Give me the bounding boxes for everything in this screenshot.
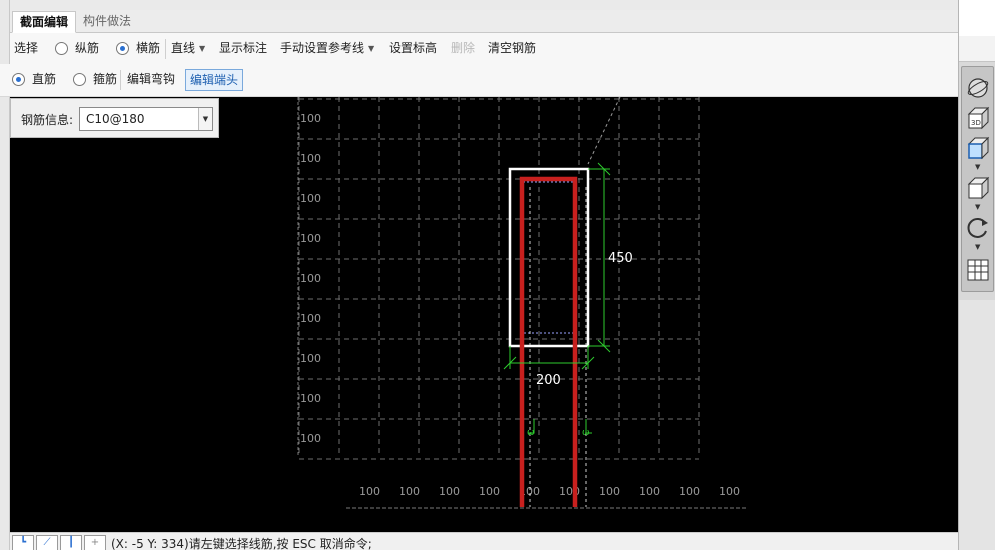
width-dimension-text: 200 [536,373,561,388]
angle-snap-icon[interactable]: ⟋ [36,535,58,550]
toolbar-secondary: 直筋 箍筋 编辑弯钩 编辑端头 [0,64,958,97]
show-dimension-button[interactable]: 显示标注 [219,33,267,64]
row-label: 100 [300,352,321,365]
status-bar: ┗ ⟋ ┃ + (X: -5 Y: 334)请左键选择线筋,按 ESC 取消命令… [10,532,958,550]
grid-view-icon[interactable] [965,257,991,283]
tab-bar: 截面编辑 构件做法 [10,10,958,33]
hook-symbol-left: ω [527,428,535,438]
row-label: 100 [300,392,321,405]
3d-box-icon[interactable]: 3D [965,105,991,131]
edit-end-button[interactable]: 编辑端头 [185,69,244,91]
point-snap-icon[interactable]: + [84,535,106,550]
top-edge [10,0,958,10]
row-label: 100 [300,232,321,245]
straight-bar-label[interactable]: 直筋 [32,64,56,95]
toolbar-divider [165,39,166,59]
leader-line [587,97,621,165]
rebar-info-value: C10@180 [86,112,145,126]
front-view-icon[interactable] [965,135,991,161]
clear-rebar-button[interactable]: 清空钢筋 [488,33,536,64]
chevron-down-icon[interactable]: ▼ [975,203,980,211]
app-window: 截面编辑 构件做法 选择 纵筋 横筋 直线 ▼ 显示标注 手动设置参考线 ▼ 设置标… [0,0,995,550]
manual-ref-line-dropdown[interactable]: 手动设置参考线 ▼ [280,33,374,64]
right-panel-band [959,36,995,62]
status-message: (X: -5 Y: 334)请左键选择线筋,按 ESC 取消命令; [111,537,372,550]
manual-ref-line-label: 手动设置参考线 [280,41,365,55]
iso-view-icon[interactable] [965,175,991,201]
row-label: 100 [300,432,321,445]
column-label: 100 [639,485,660,498]
stirrup-label[interactable]: 箍筋 [93,64,117,95]
svg-text:3D: 3D [971,119,981,127]
line-dropdown-label: 直线 [171,41,196,55]
section-drawing[interactable]: 100 100 100 100 100 100 100 100 100 100 100 100 100 1… [10,97,958,532]
longitudinal-label[interactable]: 纵筋 [75,33,99,64]
row-label: 100 [300,112,321,125]
column-label: 100 [359,485,380,498]
toolbar-primary: 选择 纵筋 横筋 直线 ▼ 显示标注 手动设置参考线 ▼ 设置标高 删除 清空钢筋 [10,33,958,64]
right-panel-bottom [959,300,995,550]
column-label: 100 [479,485,500,498]
row-label: 100 [300,272,321,285]
view-toolbar: 3D ▼ ▼ ▼ [961,66,994,292]
ortho-snap-icon[interactable]: ┗ [12,535,34,550]
chevron-down-icon[interactable]: ▼ [198,108,212,130]
toolbar-divider [120,70,121,90]
tab-component-method[interactable]: 构件做法 [76,11,138,33]
line-dropdown[interactable]: 直线 ▼ [171,33,205,64]
row-label: 100 [300,312,321,325]
delete-button[interactable]: 删除 [451,33,475,64]
rebar-info-label: 钢筋信息: [21,113,74,127]
stirrup-radio[interactable] [73,73,86,86]
vertical-snap-icon[interactable]: ┃ [60,535,82,550]
chevron-down-icon: ▼ [368,44,375,53]
column-label: 100 [439,485,460,498]
set-elevation-button[interactable]: 设置标高 [389,33,437,64]
select-tool[interactable]: 选择 [14,33,38,64]
row-label: 100 [300,152,321,165]
transverse-label[interactable]: 横筋 [136,33,160,64]
drawing-canvas[interactable]: 100 100 100 100 100 100 100 100 100 100 100 100 100 1… [10,97,958,532]
longitudinal-radio[interactable] [55,42,68,55]
right-view-panel: 3D ▼ ▼ ▼ [958,0,995,550]
edit-hook-button[interactable]: 编辑弯钩 [127,64,175,95]
hook-symbol-right: ω [582,428,590,438]
column-label: 100 [399,485,420,498]
straight-bar-radio[interactable] [12,73,25,86]
height-dimension-text: 450 [608,251,633,266]
cover-line [522,181,576,334]
transverse-radio[interactable] [116,42,129,55]
column-label: 100 [719,485,740,498]
rebar-info-panel: 钢筋信息: C10@180 ▼ [10,98,219,138]
sphere-icon[interactable] [965,75,991,101]
rebar-info-select[interactable]: C10@180 ▼ [79,107,213,131]
right-panel-top [959,0,995,36]
column-label: 100 [679,485,700,498]
row-label: 100 [300,192,321,205]
column-label: 100 [599,485,620,498]
rebar-shape[interactable] [519,176,587,507]
tab-section-edit[interactable]: 截面编辑 [12,11,77,33]
chevron-down-icon[interactable]: ▼ [975,243,980,251]
chevron-down-icon[interactable]: ▼ [975,163,980,171]
chevron-down-icon: ▼ [199,44,206,53]
rotate-icon[interactable] [965,215,991,241]
